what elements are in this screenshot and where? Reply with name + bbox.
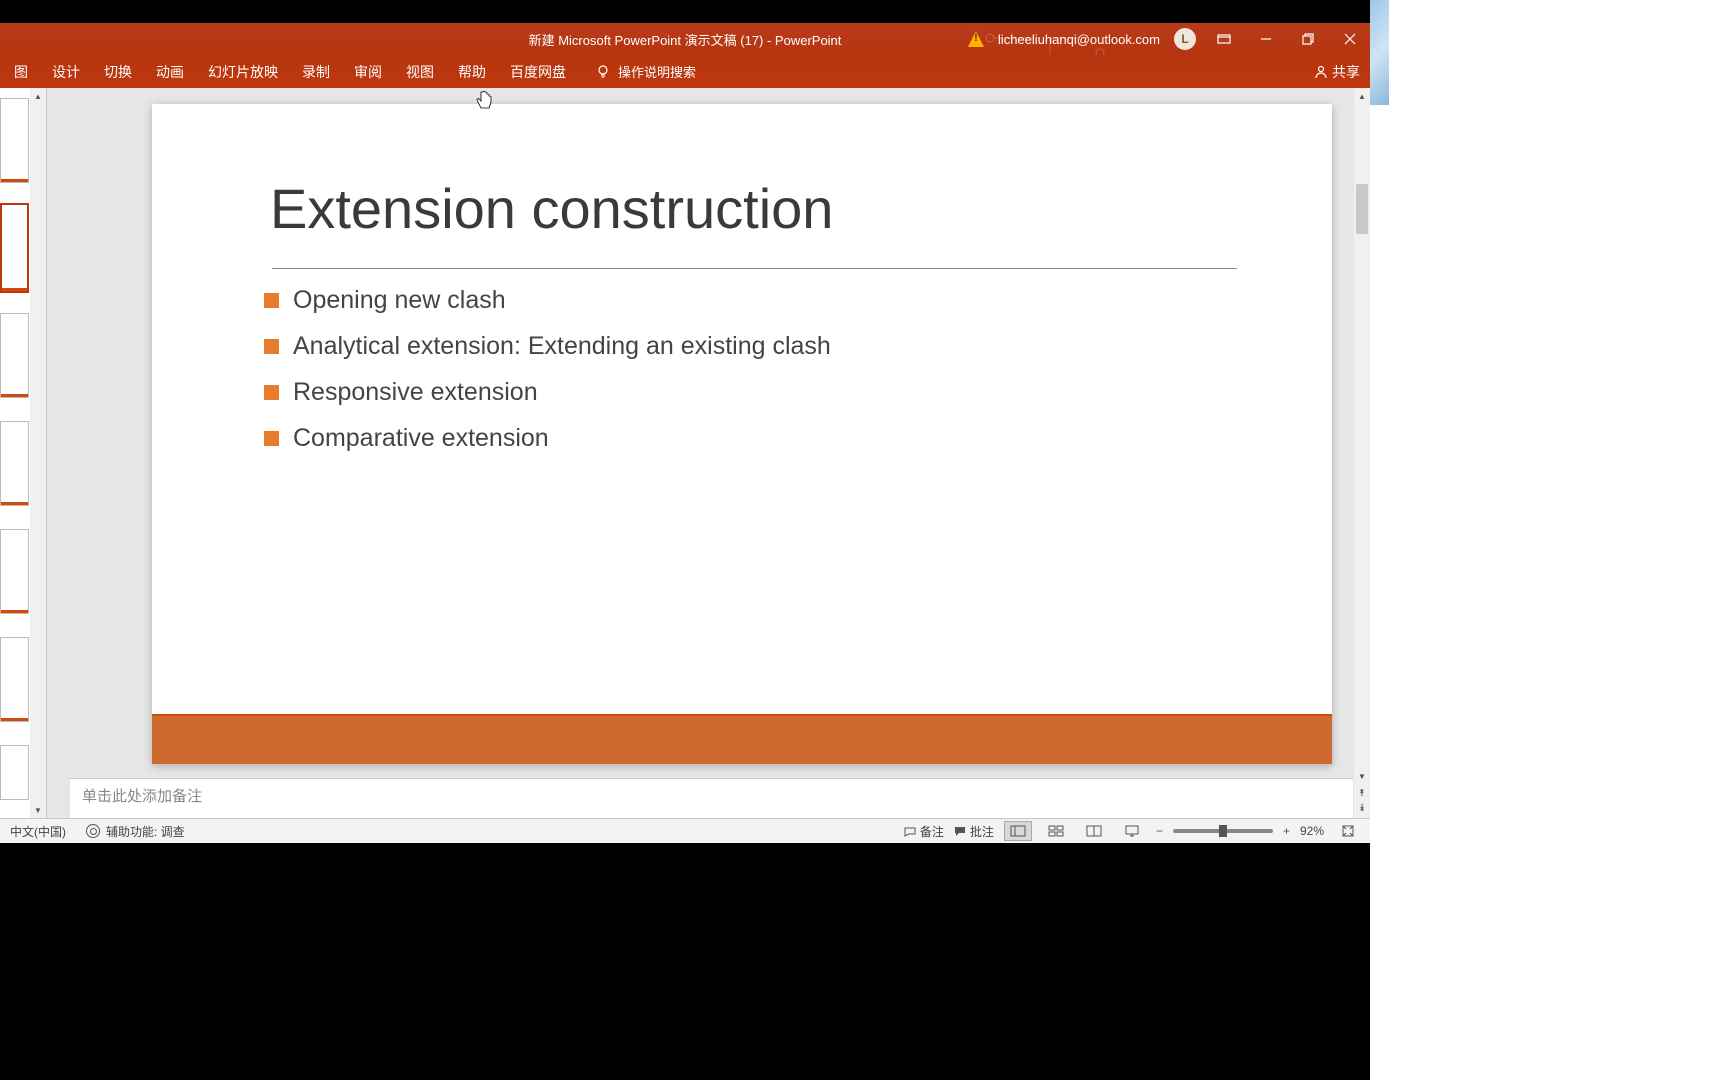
- zoom-slider-thumb[interactable]: [1219, 825, 1227, 837]
- bullet-item[interactable]: Analytical extension: Extending an exist…: [264, 332, 831, 361]
- bullet-text: Opening new clash: [293, 286, 506, 315]
- notes-pane[interactable]: 单击此处添加备注: [70, 778, 1353, 818]
- window-title: 新建 Microsoft PowerPoint 演示文稿 (17) - Powe…: [529, 30, 842, 49]
- comments-toggle-label: 批注: [970, 823, 994, 840]
- lightbulb-icon: [596, 65, 610, 79]
- slide-thumbnail[interactable]: [0, 98, 29, 183]
- zoom-in-button[interactable]: +: [1283, 824, 1290, 838]
- ribbon-tab[interactable]: 动画: [144, 56, 196, 88]
- slide-thumbnail[interactable]: [0, 313, 29, 398]
- ribbon-tab[interactable]: 切换: [92, 56, 144, 88]
- normal-view-button[interactable]: [1004, 821, 1032, 841]
- zoom-out-button[interactable]: −: [1156, 824, 1163, 838]
- notes-placeholder: 单击此处添加备注: [82, 788, 202, 805]
- bullet-icon: [264, 339, 279, 354]
- bullet-icon: [264, 431, 279, 446]
- slide-title[interactable]: Extension construction: [270, 176, 833, 241]
- scroll-up-icon[interactable]: ▲: [30, 88, 46, 104]
- ribbon-tab[interactable]: 百度网盘: [498, 56, 578, 88]
- slide-thumbnail[interactable]: [0, 745, 29, 800]
- scroll-down-icon[interactable]: ▼: [1354, 768, 1370, 784]
- notes-toggle[interactable]: 备注: [904, 823, 944, 840]
- person-icon: [1314, 65, 1328, 79]
- accessibility-status[interactable]: 辅助功能: 调查: [106, 823, 185, 840]
- bullet-icon: [264, 385, 279, 400]
- maximize-button[interactable]: [1294, 29, 1322, 49]
- scroll-up-icon[interactable]: ▲: [1354, 88, 1370, 104]
- accessibility-icon: [86, 824, 100, 838]
- ribbon-tab[interactable]: 设计: [40, 56, 92, 88]
- zoom-level[interactable]: 92%: [1300, 824, 1324, 838]
- tell-me-search[interactable]: 操作说明搜索: [578, 62, 696, 81]
- reading-view-button[interactable]: [1080, 821, 1108, 841]
- notes-icon: [904, 825, 916, 837]
- bullet-item[interactable]: Opening new clash: [264, 286, 831, 315]
- status-bar: 中文(中国) 辅助功能: 调查 备注 批注 − + 92%: [0, 818, 1370, 843]
- slideshow-view-button[interactable]: [1118, 821, 1146, 841]
- notes-toggle-label: 备注: [920, 823, 944, 840]
- scrollbar-thumb[interactable]: [1356, 184, 1368, 234]
- minimize-button[interactable]: [1252, 29, 1280, 49]
- bullet-item[interactable]: Responsive extension: [264, 378, 831, 407]
- slide-thumbnail-panel[interactable]: ▲ ▼: [0, 88, 47, 818]
- title-underline: [272, 268, 1237, 269]
- bullet-text: Analytical extension: Extending an exist…: [293, 332, 831, 361]
- share-button[interactable]: 共享: [1314, 62, 1360, 82]
- ribbon-tab[interactable]: 录制: [290, 56, 342, 88]
- prev-slide-icon[interactable]: ⯭: [1359, 788, 1365, 799]
- ribbon-tabs: 图 设计 切换 动画 幻灯片放映 录制 审阅 视图 帮助 百度网盘 操作说明搜索…: [0, 55, 1370, 88]
- tell-me-label: 操作说明搜索: [618, 62, 696, 81]
- ribbon-display-button[interactable]: [1210, 29, 1238, 49]
- ribbon-tab[interactable]: 幻灯片放映: [196, 56, 290, 88]
- bullet-item[interactable]: Comparative extension: [264, 424, 831, 453]
- language-status[interactable]: 中文(中国): [10, 823, 66, 840]
- bullet-text: Responsive extension: [293, 378, 538, 407]
- slide-edit-area[interactable]: Extension construction Opening new clash…: [47, 88, 1370, 818]
- zoom-slider[interactable]: [1173, 829, 1273, 833]
- ribbon-tab[interactable]: 帮助: [446, 56, 498, 88]
- thumbnail-scrollbar[interactable]: ▲ ▼: [30, 88, 46, 818]
- title-bar: 新建 Microsoft PowerPoint 演示文稿 (17) - Powe…: [0, 23, 1370, 55]
- slide-body[interactable]: Opening new clash Analytical extension: …: [264, 286, 831, 470]
- bullet-icon: [264, 293, 279, 308]
- ribbon-tab[interactable]: 图: [2, 56, 40, 88]
- next-slide-icon[interactable]: ⯯: [1359, 803, 1365, 814]
- share-label: 共享: [1332, 62, 1360, 82]
- fit-to-window-button[interactable]: [1334, 821, 1362, 841]
- close-button[interactable]: [1336, 29, 1364, 49]
- slide-thumbnail[interactable]: [0, 529, 29, 614]
- user-email[interactable]: licheeliuhanqi@outlook.com: [998, 32, 1160, 47]
- slide-thumbnail-selected[interactable]: [0, 203, 29, 293]
- slide-sorter-button[interactable]: [1042, 821, 1070, 841]
- ribbon-tab[interactable]: 视图: [394, 56, 446, 88]
- slide-thumbnail[interactable]: [0, 421, 29, 506]
- slide-footer-bar: [152, 716, 1332, 764]
- warning-icon: [968, 31, 984, 47]
- bullet-text: Comparative extension: [293, 424, 549, 453]
- scroll-down-icon[interactable]: ▼: [30, 802, 46, 818]
- comment-icon: [954, 825, 966, 837]
- slide-thumbnail[interactable]: [0, 637, 29, 722]
- workspace: ▲ ▼ Extension construction Opening new c…: [0, 88, 1370, 818]
- ribbon-tab[interactable]: 审阅: [342, 56, 394, 88]
- slide-canvas[interactable]: Extension construction Opening new clash…: [152, 104, 1332, 764]
- slide-scrollbar[interactable]: ▲ ▼ ⯭ ⯯: [1354, 88, 1370, 818]
- comments-toggle[interactable]: 批注: [954, 823, 994, 840]
- user-avatar[interactable]: L: [1174, 28, 1196, 50]
